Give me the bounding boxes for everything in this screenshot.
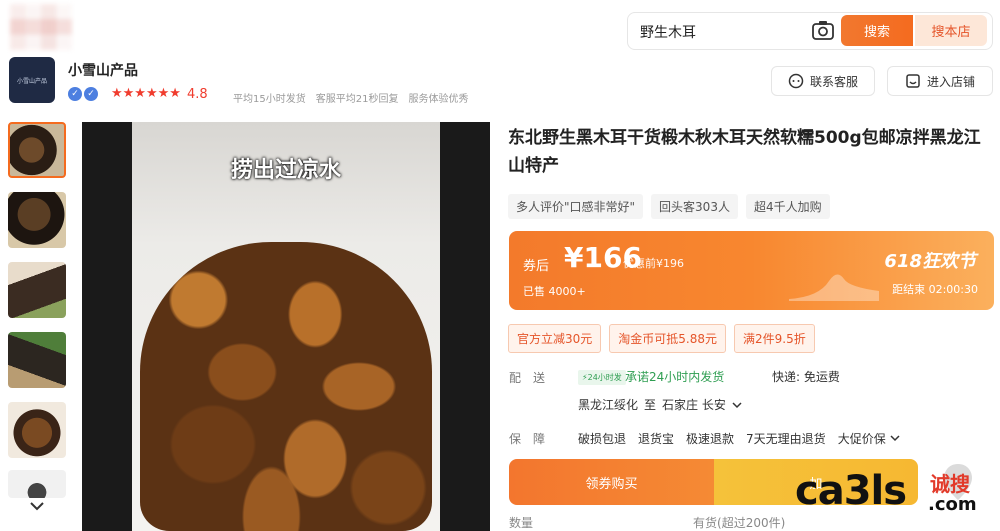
store-stats: 平均15小时发货 客服平均21秒回复 服务体验优秀 (233, 90, 468, 105)
stat-service: 服务体验优秀 (408, 94, 469, 105)
search-button[interactable]: 搜索 (841, 15, 913, 46)
quantity-label: 数量 (509, 516, 534, 530)
thumbnail-2[interactable] (8, 192, 66, 248)
store-rating: 4.8 (187, 87, 208, 102)
coupon-official[interactable]: 官方立减30元 (508, 324, 602, 353)
sold-count: 已售 4000+ (523, 285, 586, 298)
store-name[interactable]: 小雪山产品 (68, 60, 138, 80)
quantity-stock: 有货(超过200件) (693, 516, 786, 530)
thumbnail-5[interactable] (8, 402, 66, 458)
thumbnail-3[interactable] (8, 262, 66, 318)
guarantee-list[interactable]: 破损包退 退货宝 极速退款 7天无理由退货 大促价保 (578, 430, 900, 447)
original-price: 优惠前¥196 (623, 257, 684, 270)
stat-shipping: 平均15小时发货 (233, 94, 306, 105)
price-banner: 券后 ¥166 优惠前¥196 已售 4000+ 618狂欢节 距结束 02:0… (509, 231, 994, 310)
ship-to-word: 至 (644, 398, 657, 412)
shipping-fee: 快递: 免运费 (772, 370, 840, 384)
stat-reply: 客服平均21秒回复 (315, 94, 399, 105)
festival-decoration-icon (789, 274, 879, 301)
tag-review[interactable]: 多人评价"口感非常好" (508, 194, 644, 219)
product-title: 东北野生黑木耳干货椴木秋木耳天然软糯500g包邮凉拌黑龙江山特产 (508, 128, 981, 176)
main-product-image[interactable]: 捞出过凉水 (82, 122, 490, 531)
search-input[interactable]: 野生木耳 (640, 22, 696, 42)
thumbnail-4[interactable] (8, 332, 66, 388)
delivery-route[interactable]: 黑龙江绥化 至 石家庄 长安 (578, 396, 742, 413)
enter-store-label: 进入店铺 (926, 74, 975, 89)
guarantee-item: 极速退款 (686, 432, 735, 446)
store-icon (906, 74, 920, 88)
guarantee-item: 退货宝 (638, 432, 675, 446)
thumbnail-6[interactable] (8, 470, 66, 498)
after-coupon-label: 券后 (523, 259, 550, 274)
guarantee-item: 破损包退 (578, 432, 627, 446)
coupon-buy-button[interactable]: 领券购买 (509, 459, 714, 505)
camera-icon[interactable] (812, 20, 834, 40)
store-logo[interactable]: 小雪山产品 (9, 57, 55, 103)
contact-service-button[interactable]: 联系客服 (771, 66, 875, 96)
contact-service-label: 联系客服 (809, 74, 858, 89)
verified-badge-icon: ✓ (68, 87, 82, 101)
ship-from: 黑龙江绥化 (578, 398, 639, 412)
guarantee-item: 7天无理由退货 (746, 432, 826, 446)
tag-returning[interactable]: 回头客303人 (651, 194, 738, 219)
watermark-cn: 诚搜 (930, 472, 970, 496)
festival-label: 618狂欢节 (884, 251, 976, 272)
coupon-taojinbi[interactable]: 淘金币可抵5.88元 (609, 324, 727, 353)
guarantee-label: 保障 (509, 432, 558, 446)
chevron-down-icon (732, 401, 742, 408)
coupon-multi[interactable]: 满2件9.5折 (734, 324, 815, 353)
blurred-avatar (10, 4, 72, 50)
wood-ear-image (140, 242, 432, 531)
countdown: 距结束 02:00:30 (892, 283, 978, 296)
quantity-row: 数量 有货(超过200件) (509, 514, 785, 531)
ship-to: 石家庄 长安 (662, 398, 726, 412)
coupon-list: 官方立减30元 淘金币可抵5.88元 满2件9.5折 (508, 324, 815, 353)
tag-cart[interactable]: 超4千人加购 (745, 194, 830, 219)
rating-stars: ★★★★★★ (111, 86, 181, 101)
chat-icon (788, 73, 804, 89)
chevron-down-icon[interactable] (28, 500, 46, 512)
watermark-com: .com (928, 494, 977, 515)
delivery-label: 配送 (509, 371, 558, 385)
flash-badge: ⚡24小时发 (578, 370, 626, 385)
image-caption: 捞出过凉水 (230, 158, 341, 183)
store-badges: ✓ ✓ (68, 87, 98, 101)
thumbnail-1[interactable] (8, 122, 66, 178)
watermark-logo: ca3ls (795, 468, 907, 514)
guarantee-item: 大促价保 (837, 432, 886, 446)
enter-store-button[interactable]: 进入店铺 (887, 66, 993, 96)
verified-badge-icon: ✓ (84, 87, 98, 101)
ship-promise: 承诺24小时内发货 (625, 370, 725, 384)
product-tags: 多人评价"口感非常好" 回头客303人 超4千人加购 (508, 194, 830, 219)
search-store-button[interactable]: 搜本店 (915, 15, 987, 46)
chevron-down-icon (890, 435, 900, 442)
